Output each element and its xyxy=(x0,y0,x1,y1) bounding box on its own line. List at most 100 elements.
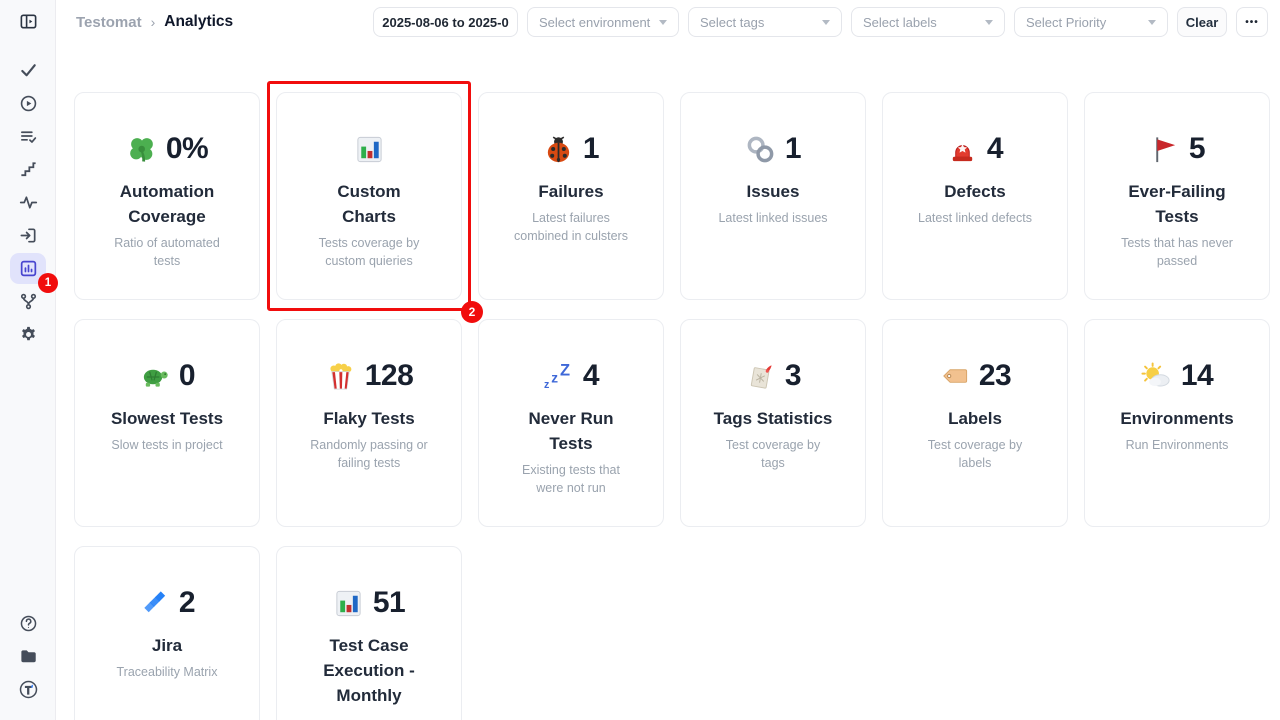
help-icon xyxy=(19,614,38,633)
select-labels-dropdown[interactable]: Select labels xyxy=(851,7,1005,37)
card-defects[interactable]: 4 Defects Latest linked defects xyxy=(882,92,1068,300)
card-custom-charts[interactable]: Custom Charts Tests coverage by custom q… xyxy=(276,92,462,300)
card-value: 1 xyxy=(785,132,801,166)
import-icon xyxy=(19,226,38,245)
select-filters: Select environment Select tags Select labe… xyxy=(527,7,1168,37)
sun-cloud-icon xyxy=(1141,361,1172,392)
sidebar-item-list-check[interactable] xyxy=(0,120,56,153)
card-value: 51 xyxy=(373,586,405,620)
sidebar-bottom-nav xyxy=(0,607,56,706)
card-value-row: 2 xyxy=(139,586,195,620)
panel-toggle-icon[interactable] xyxy=(0,8,56,34)
breadcrumb: Testomat › Analytics xyxy=(76,0,233,44)
sidebar-item-logo[interactable] xyxy=(0,673,56,706)
card-subtitle: Existing tests that were not run xyxy=(522,462,620,497)
siren-icon xyxy=(947,134,978,165)
dropdown-placeholder: Select tags xyxy=(700,15,764,30)
card-subtitle: Run Environments xyxy=(1126,437,1229,455)
select-tags-dropdown[interactable]: Select tags xyxy=(688,7,842,37)
card-title: Never Run Tests xyxy=(528,406,613,456)
card-subtitle: Latest linked defects xyxy=(918,210,1032,228)
card-title: Environments xyxy=(1120,406,1233,431)
check-icon xyxy=(19,61,38,80)
card-value: 2 xyxy=(179,586,195,620)
card-title: Automation Coverage xyxy=(120,179,214,229)
card-value: 23 xyxy=(979,359,1011,393)
card-value-row: 5 xyxy=(1149,132,1205,166)
card-title: Labels xyxy=(948,406,1002,431)
link-icon xyxy=(745,134,776,165)
svg-text:Z: Z xyxy=(560,361,570,379)
card-title: Test Case Execution - Monthly xyxy=(323,633,415,708)
sidebar-item-import[interactable] xyxy=(0,219,56,252)
card-title: Flaky Tests xyxy=(323,406,414,431)
card-value-row: 0% xyxy=(126,132,208,166)
card-value: 4 xyxy=(987,132,1003,166)
jira-icon xyxy=(139,588,170,619)
card-subtitle: Traceability Matrix xyxy=(117,664,218,682)
card-value-row: 23 xyxy=(939,359,1011,393)
header: Testomat › Analytics 2025-08-06 to 2025-… xyxy=(56,0,1280,52)
card-tags-statistics[interactable]: 3 Tags Statistics Test coverage by tags xyxy=(680,319,866,527)
sidebar-item-check[interactable] xyxy=(0,54,56,87)
card-failures[interactable]: 1 Failures Latest failures combined in c… xyxy=(478,92,664,300)
card-value: 1 xyxy=(583,132,599,166)
chevron-down-icon xyxy=(822,20,830,25)
clear-button[interactable]: Clear xyxy=(1177,7,1227,37)
card-value: 3 xyxy=(785,359,801,393)
card-issues[interactable]: 1 Issues Latest linked issues xyxy=(680,92,866,300)
svg-text:z: z xyxy=(551,370,558,385)
card-value: 5 xyxy=(1189,132,1205,166)
card-subtitle: Test coverage by tags xyxy=(726,437,821,472)
activity-icon xyxy=(19,193,38,212)
card-value-row: 128 xyxy=(325,359,414,393)
card-title: Custom Charts xyxy=(337,179,400,229)
more-options-button[interactable]: ••• xyxy=(1236,7,1268,37)
card-value-row: zzZ 4 xyxy=(543,359,599,393)
dropdown-placeholder: Select Priority xyxy=(1026,15,1106,30)
card-environments[interactable]: 14 Environments Run Environments xyxy=(1084,319,1270,527)
card-flaky-tests[interactable]: 128 Flaky Tests Randomly passing or fail… xyxy=(276,319,462,527)
card-subtitle: Ratio of automated tests xyxy=(114,235,220,270)
card-title: Defects xyxy=(944,179,1005,204)
card-automation-coverage[interactable]: 0% Automation Coverage Ratio of automate… xyxy=(74,92,260,300)
card-jira[interactable]: 2 Jira Traceability Matrix xyxy=(74,546,260,720)
annotation-badge-1: 1 xyxy=(38,273,58,293)
card-value-row: 51 xyxy=(333,586,405,620)
card-value: 0 xyxy=(179,359,195,393)
card-value: 128 xyxy=(365,359,414,393)
dropdown-placeholder: Select labels xyxy=(863,15,937,30)
card-title: Slowest Tests xyxy=(111,406,223,431)
card-labels[interactable]: 23 Labels Test coverage by labels xyxy=(882,319,1068,527)
card-value-row: 4 xyxy=(947,132,1003,166)
card-never-run-tests[interactable]: zzZ 4 Never Run Tests Existing tests tha… xyxy=(478,319,664,527)
select-environment-dropdown[interactable]: Select environment xyxy=(527,7,679,37)
card-value-row: 3 xyxy=(745,359,801,393)
sidebar-item-gear[interactable] xyxy=(0,318,56,351)
card-subtitle: Test coverage by labels xyxy=(928,437,1023,472)
card-value-row: 1 xyxy=(543,132,599,166)
analytics-page: 1 Testomat › Analytics 2025-08-06 to 202… xyxy=(0,0,1280,720)
dropdown-placeholder: Select environment xyxy=(539,15,650,30)
clover-icon xyxy=(126,134,157,165)
card-title: Ever-Failing Tests xyxy=(1128,179,1225,229)
card-slowest-tests[interactable]: 0 Slowest Tests Slow tests in project xyxy=(74,319,260,527)
play-circle-icon xyxy=(19,94,38,113)
card-subtitle: Tests coverage by custom quieries xyxy=(319,235,420,270)
card-ever-failing-tests[interactable]: 5 Ever-Failing Tests Tests that has neve… xyxy=(1084,92,1270,300)
card-subtitle: Tests that has never passed xyxy=(1121,235,1233,270)
select-priority-dropdown[interactable]: Select Priority xyxy=(1014,7,1168,37)
card-value: 0% xyxy=(166,132,208,166)
breadcrumb-project[interactable]: Testomat xyxy=(76,14,142,31)
card-value-row xyxy=(354,132,385,166)
sidebar-item-activity[interactable] xyxy=(0,186,56,219)
sidebar-nav xyxy=(0,54,56,351)
sidebar-item-folder[interactable] xyxy=(0,640,56,673)
date-range-input[interactable]: 2025-08-06 to 2025-0 xyxy=(373,7,518,37)
folder-icon xyxy=(19,647,38,666)
card-test-case-execution-monthly[interactable]: 51 Test Case Execution - Monthly xyxy=(276,546,462,720)
sidebar-item-play-circle[interactable] xyxy=(0,87,56,120)
sidebar-item-stairs[interactable] xyxy=(0,153,56,186)
bar-chart-emoji-icon xyxy=(354,134,385,165)
sidebar-item-help[interactable] xyxy=(0,607,56,640)
